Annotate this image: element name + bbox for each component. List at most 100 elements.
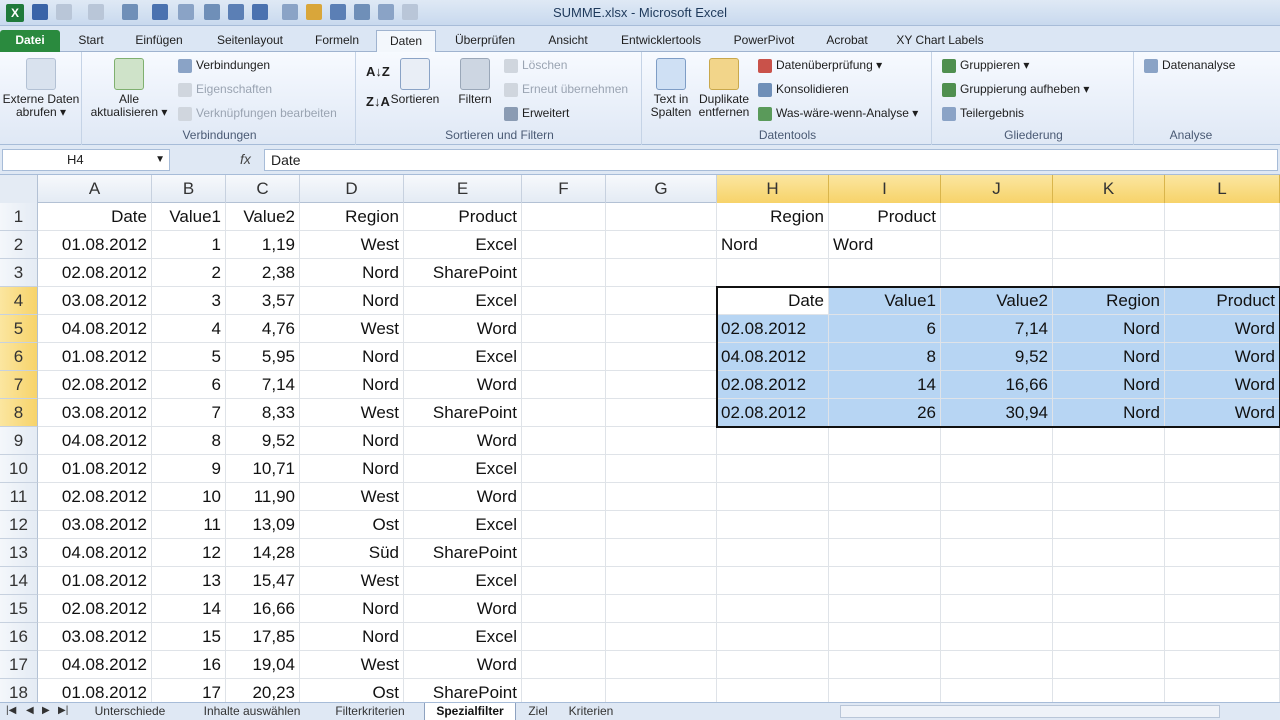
cell-d1[interactable]: Region	[300, 203, 404, 231]
cell-j17[interactable]	[941, 651, 1053, 679]
cell-g8[interactable]	[606, 399, 717, 427]
cell-c2[interactable]: 1,19	[226, 231, 300, 259]
row-header-2[interactable]: 2	[0, 231, 38, 259]
cell-g4[interactable]	[606, 287, 717, 315]
cell-a8[interactable]: 03.08.2012	[38, 399, 152, 427]
cell-b11[interactable]: 10	[152, 483, 226, 511]
cell-k3[interactable]	[1053, 259, 1165, 287]
cell-a6[interactable]: 01.08.2012	[38, 343, 152, 371]
row-header-18[interactable]: 18	[0, 679, 38, 702]
last-sheet-icon[interactable]: ▶|	[58, 705, 68, 716]
cell-b4[interactable]: 3	[152, 287, 226, 315]
data-validation-button[interactable]: Datenüberprüfung ▾	[758, 58, 882, 73]
sort-az-button[interactable]: A↓Z	[366, 64, 390, 79]
cell-h17[interactable]	[717, 651, 829, 679]
cell-j5[interactable]: 7,14	[941, 315, 1053, 343]
cell-b1[interactable]: Value1	[152, 203, 226, 231]
cell-l2[interactable]	[1165, 231, 1280, 259]
cell-i17[interactable]	[829, 651, 941, 679]
cell-j11[interactable]	[941, 483, 1053, 511]
cell-c9[interactable]: 9,52	[226, 427, 300, 455]
cell-g13[interactable]	[606, 539, 717, 567]
cell-g16[interactable]	[606, 623, 717, 651]
consolidate-button[interactable]: Konsolidieren	[758, 82, 849, 97]
horizontal-scrollbar[interactable]	[840, 705, 1220, 718]
row-header-14[interactable]: 14	[0, 567, 38, 595]
cell-e16[interactable]: Excel	[404, 623, 522, 651]
text-to-columns-button[interactable]: Text in Spalten	[646, 58, 696, 119]
cell-b12[interactable]: 11	[152, 511, 226, 539]
cell-j7[interactable]: 16,66	[941, 371, 1053, 399]
cell-g9[interactable]	[606, 427, 717, 455]
cell-g10[interactable]	[606, 455, 717, 483]
tab-powerpivot[interactable]: PowerPivot	[726, 30, 802, 52]
column-header-c[interactable]: C	[226, 175, 300, 203]
cell-l4[interactable]: Product	[1165, 287, 1280, 315]
cell-c7[interactable]: 7,14	[226, 371, 300, 399]
cell-d10[interactable]: Nord	[300, 455, 404, 483]
ungroup-button[interactable]: Gruppierung aufheben ▾	[942, 82, 1089, 97]
cell-d9[interactable]: Nord	[300, 427, 404, 455]
cell-k14[interactable]	[1053, 567, 1165, 595]
cell-h1[interactable]: Region	[717, 203, 829, 231]
cell-c12[interactable]: 13,09	[226, 511, 300, 539]
cell-h4[interactable]: Date	[717, 287, 829, 315]
cell-g1[interactable]	[606, 203, 717, 231]
cell-i1[interactable]: Product	[829, 203, 941, 231]
cell-b3[interactable]: 2	[152, 259, 226, 287]
cell-a4[interactable]: 03.08.2012	[38, 287, 152, 315]
cell-e18[interactable]: SharePoint	[404, 679, 522, 702]
cell-c8[interactable]: 8,33	[226, 399, 300, 427]
next-sheet-icon[interactable]: ▶	[42, 705, 50, 716]
cell-j2[interactable]	[941, 231, 1053, 259]
cell-h12[interactable]	[717, 511, 829, 539]
cell-l7[interactable]: Word	[1165, 371, 1280, 399]
cell-b13[interactable]: 12	[152, 539, 226, 567]
row-header-4[interactable]: 4	[0, 287, 38, 315]
cell-f4[interactable]	[522, 287, 606, 315]
cell-j12[interactable]	[941, 511, 1053, 539]
cell-h14[interactable]	[717, 567, 829, 595]
cell-i12[interactable]	[829, 511, 941, 539]
tab-seitenlayout[interactable]: Seitenlayout	[206, 30, 294, 52]
cell-g5[interactable]	[606, 315, 717, 343]
cell-k17[interactable]	[1053, 651, 1165, 679]
cell-b15[interactable]: 14	[152, 595, 226, 623]
row-header-5[interactable]: 5	[0, 315, 38, 343]
cell-l9[interactable]	[1165, 427, 1280, 455]
cell-h16[interactable]	[717, 623, 829, 651]
sort-button[interactable]: Sortieren	[388, 58, 442, 106]
cell-g7[interactable]	[606, 371, 717, 399]
cell-l1[interactable]	[1165, 203, 1280, 231]
cell-d11[interactable]: West	[300, 483, 404, 511]
cell-f6[interactable]	[522, 343, 606, 371]
cell-l14[interactable]	[1165, 567, 1280, 595]
cell-a13[interactable]: 04.08.2012	[38, 539, 152, 567]
cell-k1[interactable]	[1053, 203, 1165, 231]
cell-k16[interactable]	[1053, 623, 1165, 651]
cell-h2[interactable]: Nord	[717, 231, 829, 259]
cell-j14[interactable]	[941, 567, 1053, 595]
sheet-tab[interactable]: Inhalte auswählen	[188, 703, 316, 720]
cell-l17[interactable]	[1165, 651, 1280, 679]
cell-b10[interactable]: 9	[152, 455, 226, 483]
prev-sheet-icon[interactable]: ◀	[26, 705, 34, 716]
cell-f13[interactable]	[522, 539, 606, 567]
row-header-10[interactable]: 10	[0, 455, 38, 483]
cell-j3[interactable]	[941, 259, 1053, 287]
sheet-tab[interactable]: Spezialfilter	[424, 703, 516, 720]
cell-f12[interactable]	[522, 511, 606, 539]
cell-h13[interactable]	[717, 539, 829, 567]
cell-j1[interactable]	[941, 203, 1053, 231]
reapply-button[interactable]: Erneut übernehmen	[504, 82, 628, 97]
cell-k12[interactable]	[1053, 511, 1165, 539]
cell-c16[interactable]: 17,85	[226, 623, 300, 651]
cell-f15[interactable]	[522, 595, 606, 623]
cell-l15[interactable]	[1165, 595, 1280, 623]
cell-e5[interactable]: Word	[404, 315, 522, 343]
cell-a5[interactable]: 04.08.2012	[38, 315, 152, 343]
row-header-6[interactable]: 6	[0, 343, 38, 371]
cell-i11[interactable]	[829, 483, 941, 511]
filter-button[interactable]: Filtern	[450, 58, 500, 106]
cell-c17[interactable]: 19,04	[226, 651, 300, 679]
